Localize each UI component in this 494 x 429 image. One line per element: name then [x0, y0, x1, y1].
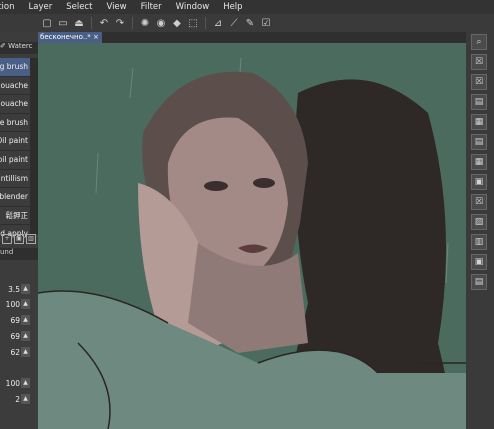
- properties-header: und: [0, 248, 38, 260]
- frame-icon[interactable]: ▨: [471, 214, 487, 230]
- save-icon[interactable]: ⏏: [72, 16, 86, 30]
- artwork: [38, 43, 466, 429]
- add-brush-icon[interactable]: +: [2, 234, 12, 244]
- navigator-icon[interactable]: ⌕: [471, 34, 487, 50]
- timeline-icon[interactable]: ▣: [471, 254, 487, 270]
- menu-view[interactable]: View: [99, 2, 133, 12]
- menu-window[interactable]: Window: [169, 2, 217, 12]
- property-value[interactable]: 2: [0, 395, 21, 404]
- delete-brush-icon[interactable]: ▥: [26, 234, 36, 244]
- document-tab[interactable]: бесконечно..* ×: [38, 32, 102, 43]
- brush-group-tab[interactable]: ✐ Waterc: [0, 42, 38, 54]
- property-value[interactable]: 100: [0, 379, 21, 388]
- brush-item[interactable]: 鬆鉀正: [0, 207, 30, 226]
- redo-icon[interactable]: ↷: [113, 16, 127, 30]
- menu-layer[interactable]: Layer: [22, 2, 60, 12]
- brush-item[interactable]: Gouache: [0, 77, 30, 96]
- undo-icon[interactable]: ↶: [97, 16, 111, 30]
- brush-tool-icon: ✐: [0, 42, 9, 50]
- toolbar-divider: [91, 17, 92, 29]
- property-value[interactable]: 3.5: [0, 285, 21, 294]
- stepper-icon[interactable]: ▲: [21, 315, 30, 325]
- stepper-icon[interactable]: ▲: [21, 299, 30, 309]
- loading-icon[interactable]: ✺: [138, 16, 152, 30]
- menu-filter[interactable]: Filter: [134, 2, 169, 12]
- material-icon[interactable]: ☒: [471, 74, 487, 90]
- pen-icon[interactable]: ✎: [243, 16, 257, 30]
- property-value[interactable]: 69: [0, 316, 21, 325]
- layer-prop-icon[interactable]: ☒: [471, 194, 487, 210]
- command-bar: ▢ ▭ ⏏ ↶ ↷ ✺ ◉ ◆ ⬚ ⊿ ⟋ ✎ ☑: [0, 14, 494, 32]
- brush-list: oeing brush Gouache y Gouache ache brush…: [0, 58, 30, 244]
- toolbar-divider: [132, 17, 133, 29]
- brush-item[interactable]: Pointillism: [0, 170, 30, 189]
- brush-panel-actions: + ▣ ▥: [0, 234, 40, 246]
- checkbox-icon[interactable]: ☑: [259, 16, 273, 30]
- text-icon[interactable]: ▣: [471, 174, 487, 190]
- menu-help[interactable]: Help: [216, 2, 249, 12]
- property-row: 100 ▲: [0, 376, 38, 390]
- toolbar-divider: [205, 17, 206, 29]
- brush-panel: ✐ Waterc oeing brush Gouache y Gouache a…: [0, 32, 38, 429]
- menu-bar: ation Layer Select View Filter Window He…: [0, 0, 494, 14]
- duplicate-brush-icon[interactable]: ▣: [14, 234, 24, 244]
- brush-item[interactable]: ache brush: [0, 114, 30, 133]
- stepper-icon[interactable]: ▲: [21, 347, 30, 357]
- ruler-snap-icon[interactable]: ⟋: [227, 16, 241, 30]
- new-icon[interactable]: ▢: [40, 16, 54, 30]
- brush-item[interactable]: oeing brush: [0, 58, 30, 77]
- stepper-icon[interactable]: ▲: [21, 378, 30, 388]
- property-row: 69 ▲: [0, 313, 38, 327]
- open-icon[interactable]: ▭: [56, 16, 70, 30]
- color-icon[interactable]: ▤: [471, 94, 487, 110]
- property-icon[interactable]: ▤: [471, 134, 487, 150]
- close-icon[interactable]: ×: [93, 33, 99, 41]
- property-row: 69 ▲: [0, 329, 38, 343]
- stepper-icon[interactable]: ▲: [21, 331, 30, 341]
- layer-icon[interactable]: ☒: [471, 54, 487, 70]
- transform-icon[interactable]: ⬚: [186, 16, 200, 30]
- properties-title: und: [0, 248, 14, 256]
- eraser-icon[interactable]: ◆: [170, 16, 184, 30]
- document-tab-label: бесконечно..*: [40, 33, 91, 41]
- property-row: 100 ▲: [0, 297, 38, 311]
- history-icon[interactable]: ▦: [471, 114, 487, 130]
- fill-icon[interactable]: ◉: [154, 16, 168, 30]
- auto-action-icon[interactable]: ▤: [471, 274, 487, 290]
- stepper-icon[interactable]: ▲: [21, 394, 30, 404]
- brush-item[interactable]: y Gouache: [0, 95, 30, 114]
- property-value[interactable]: 69: [0, 332, 21, 341]
- brush-item[interactable]: ck oil paint: [0, 151, 30, 170]
- stepper-icon[interactable]: ▲: [21, 284, 30, 294]
- brush-group-label: Waterc: [8, 42, 33, 50]
- property-row: 2 ▲: [0, 392, 38, 406]
- right-icon-panel: ⌕ ☒ ☒ ▤ ▦ ▤ ▦ ▣ ☒ ▨ ▥ ▣ ▤: [466, 32, 494, 429]
- brush-item[interactable]: he blender: [0, 188, 30, 207]
- property-row: 3.5 ▲: [0, 282, 38, 296]
- property-value[interactable]: 100: [0, 300, 21, 309]
- brush-item[interactable]: Oil paint: [0, 132, 30, 151]
- menu-animation[interactable]: ation: [0, 2, 22, 12]
- menu-select[interactable]: Select: [59, 2, 99, 12]
- animation-icon[interactable]: ▥: [471, 234, 487, 250]
- property-row: 62 ▲: [0, 345, 38, 359]
- document-tab-bar: бесконечно..* ×: [38, 32, 466, 43]
- drawing-canvas[interactable]: [38, 43, 466, 429]
- subtool-icon[interactable]: ▦: [471, 154, 487, 170]
- brush-scrollbar[interactable]: [30, 58, 38, 234]
- property-value[interactable]: 62: [0, 348, 21, 357]
- ruler-icon[interactable]: ⊿: [211, 16, 225, 30]
